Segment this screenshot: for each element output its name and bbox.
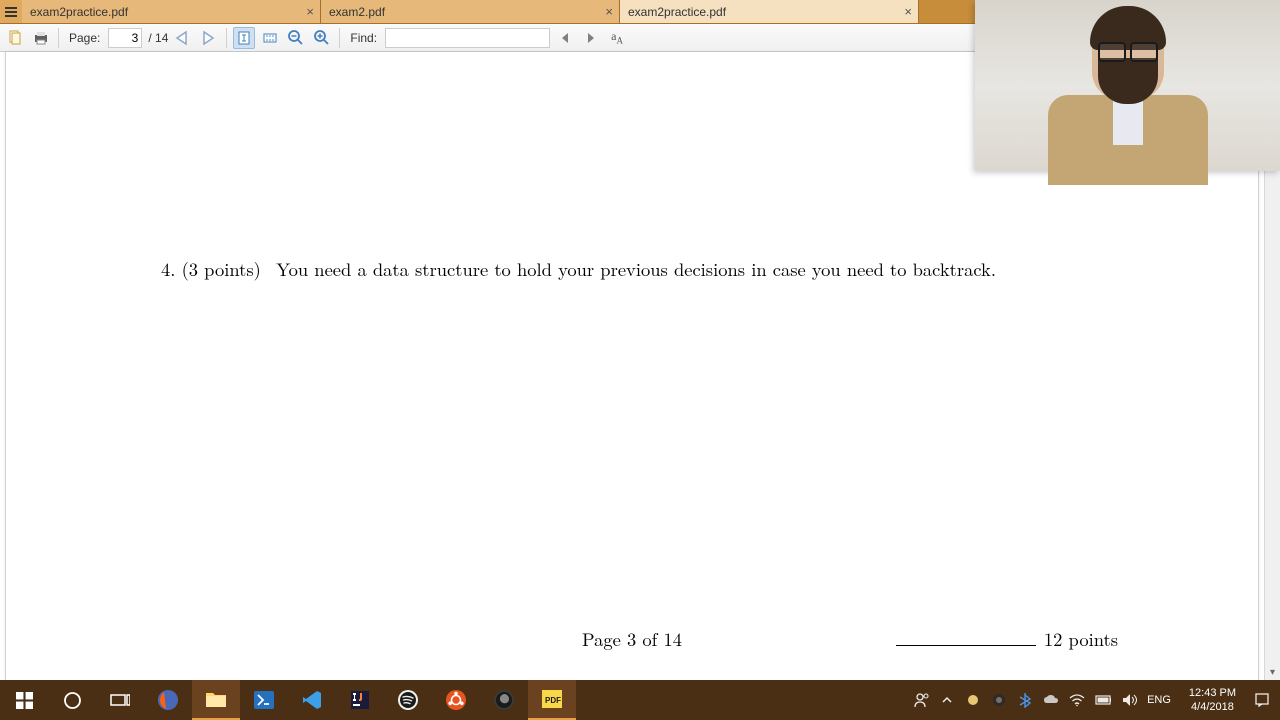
wifi-icon[interactable] [1069, 692, 1085, 708]
points-total: 12 points [896, 626, 1118, 652]
tab-label: exam2practice.pdf [30, 5, 128, 19]
volume-icon[interactable] [1121, 692, 1137, 708]
scroll-down-icon[interactable]: ▾ [1265, 667, 1280, 678]
intellij-icon[interactable] [336, 680, 384, 720]
close-icon[interactable]: × [605, 5, 613, 18]
tab-label: exam2practice.pdf [628, 5, 726, 19]
find-prev-icon[interactable] [554, 27, 576, 49]
app-menu-button[interactable] [0, 0, 22, 23]
obs-tray-icon[interactable] [991, 692, 1007, 708]
sumatra-pdf-icon[interactable]: PDF [528, 680, 576, 720]
ubuntu-icon[interactable] [432, 680, 480, 720]
bluetooth-icon[interactable] [1017, 692, 1033, 708]
system-tray: ENG 12:43 PM 4/4/2018 [903, 686, 1280, 715]
file-explorer-icon[interactable] [192, 680, 240, 720]
match-case-icon[interactable]: aA [606, 27, 628, 49]
page-total: / 14 [146, 31, 168, 45]
clock-date: 4/4/2018 [1189, 700, 1236, 714]
close-icon[interactable]: × [904, 5, 912, 18]
tray-chevron-up-icon[interactable] [939, 692, 955, 708]
webcam-overlay [975, 0, 1280, 171]
notifications-icon[interactable] [1254, 692, 1270, 708]
question-text: 4. (3 points) You need a data structure … [161, 257, 1158, 283]
find-next-icon[interactable] [580, 27, 602, 49]
tab-label: exam2.pdf [329, 5, 385, 19]
presenter-figure [1058, 0, 1198, 171]
battery-icon[interactable] [1095, 692, 1111, 708]
prev-page-icon[interactable] [172, 27, 194, 49]
weather-icon[interactable] [965, 692, 981, 708]
clock[interactable]: 12:43 PM 4/4/2018 [1181, 686, 1244, 715]
fit-page-icon[interactable] [233, 27, 255, 49]
spotify-icon[interactable] [384, 680, 432, 720]
page-number-input[interactable] [108, 28, 142, 48]
separator [58, 28, 59, 48]
find-input[interactable] [385, 28, 550, 48]
task-view-icon[interactable] [96, 680, 144, 720]
cortana-icon[interactable] [48, 680, 96, 720]
tab-1[interactable]: exam2.pdf × [321, 0, 620, 23]
page-label: Page: [65, 31, 104, 45]
powershell-icon[interactable] [240, 680, 288, 720]
fit-width-icon[interactable] [259, 27, 281, 49]
tab-0[interactable]: exam2practice.pdf × [22, 0, 321, 23]
print-icon[interactable] [30, 27, 52, 49]
separator [339, 28, 340, 48]
page-indicator: Page 3 of 14 [582, 626, 682, 652]
svg-text:PDF: PDF [545, 696, 561, 705]
windows-taskbar: PDF ENG 12:43 PM [0, 680, 1280, 720]
firefox-icon[interactable] [144, 680, 192, 720]
zoom-in-icon[interactable] [311, 27, 333, 49]
tab-2[interactable]: exam2practice.pdf × [620, 0, 919, 23]
start-button[interactable] [0, 680, 48, 720]
onedrive-icon[interactable] [1043, 692, 1059, 708]
zoom-out-icon[interactable] [285, 27, 307, 49]
people-icon[interactable] [913, 692, 929, 708]
language-indicator[interactable]: ENG [1147, 694, 1171, 706]
clock-time: 12:43 PM [1189, 686, 1236, 700]
obs-icon[interactable] [480, 680, 528, 720]
close-icon[interactable]: × [306, 5, 314, 18]
find-label: Find: [346, 31, 381, 45]
separator [226, 28, 227, 48]
next-page-icon[interactable] [198, 27, 220, 49]
copy-icon[interactable] [4, 27, 26, 49]
vscode-icon[interactable] [288, 680, 336, 720]
